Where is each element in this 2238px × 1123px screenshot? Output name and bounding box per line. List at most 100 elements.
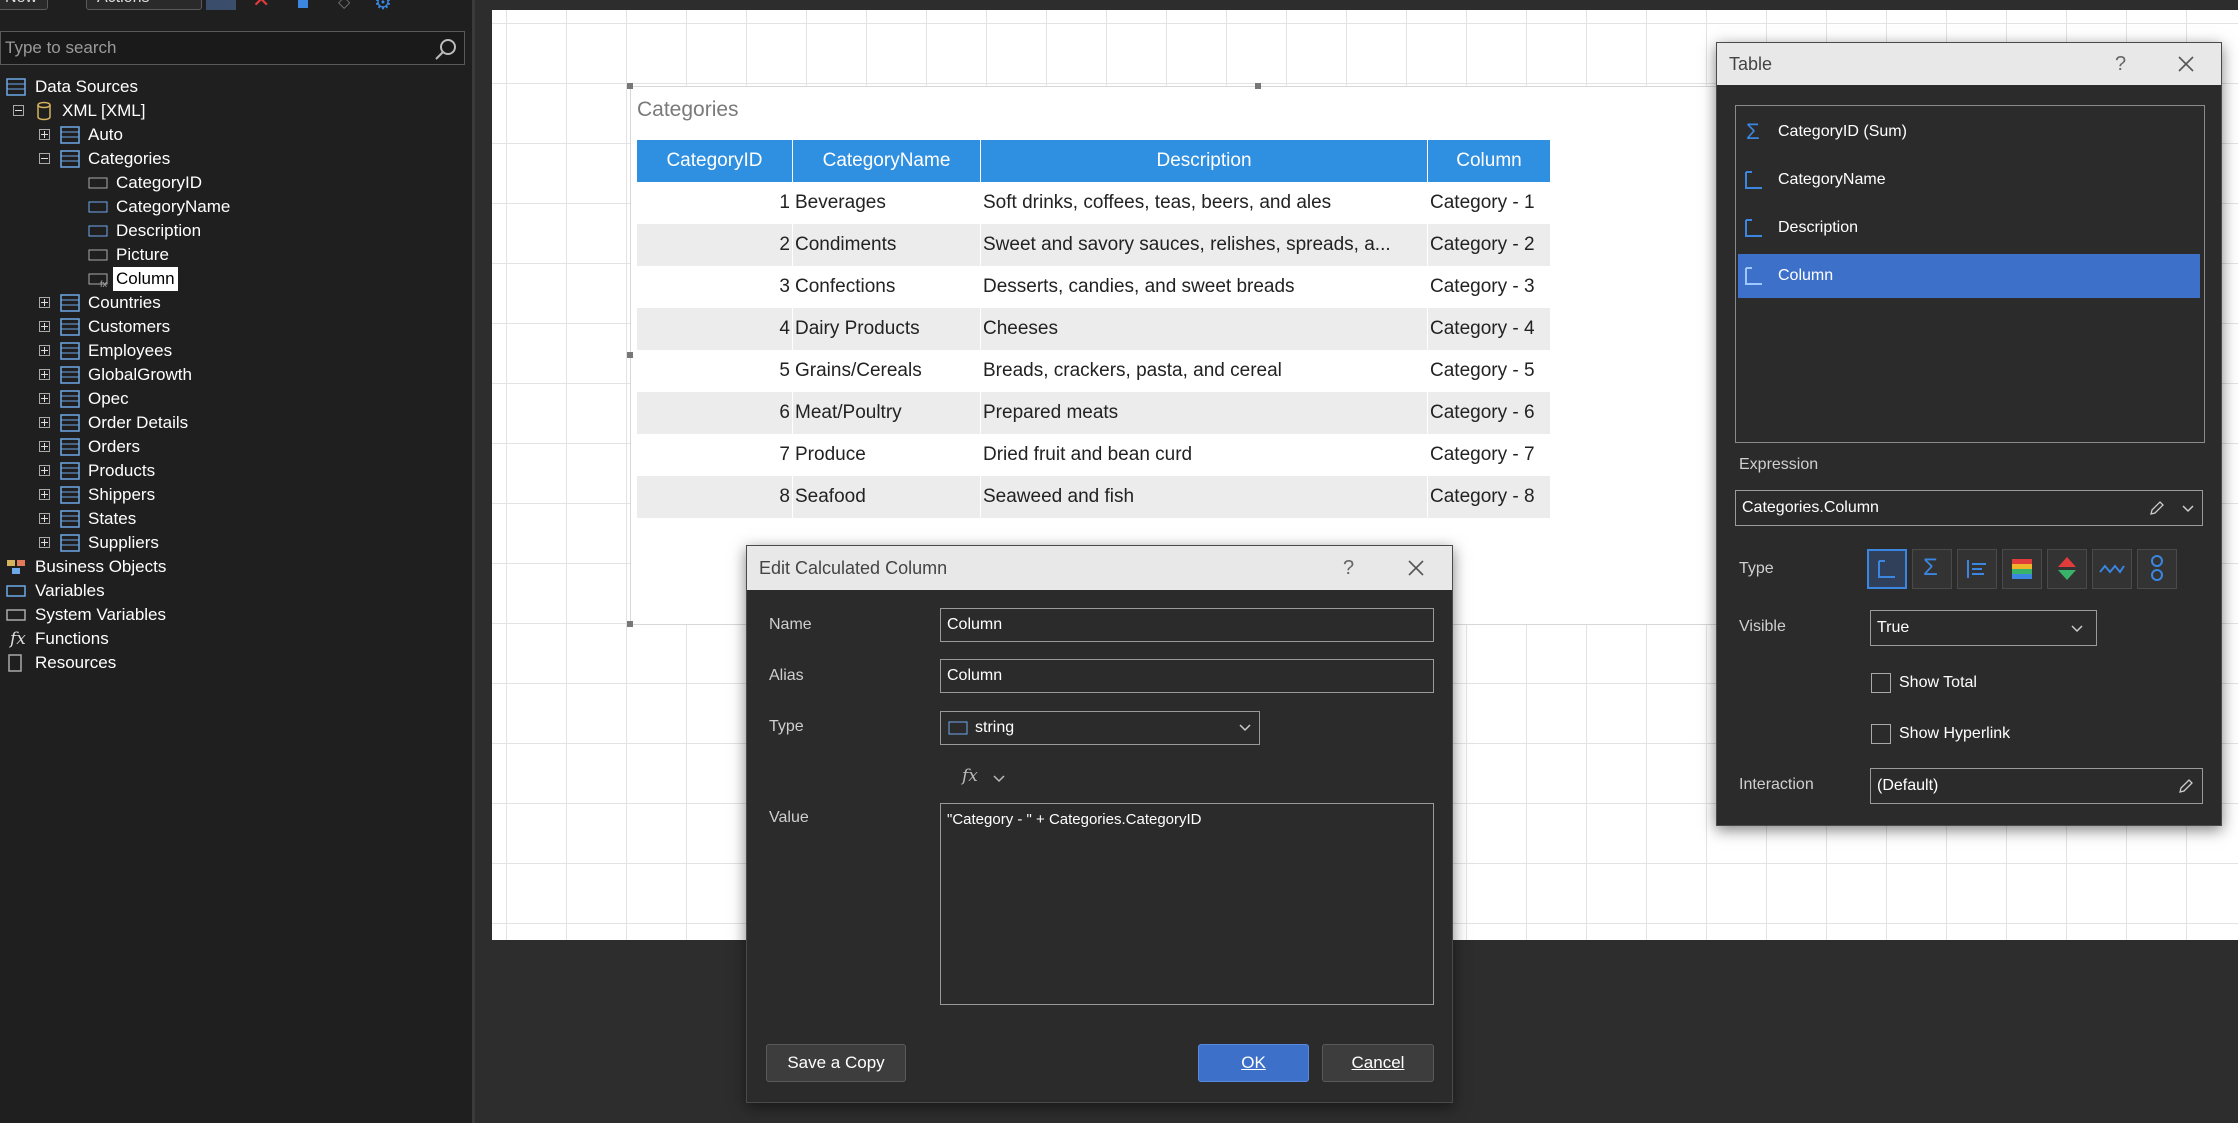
type-color-scale-button[interactable] xyxy=(2002,549,2042,589)
table-cell[interactable]: Confections xyxy=(792,266,981,308)
close-icon[interactable] xyxy=(1407,559,1425,577)
table-cell[interactable]: Seaweed and fish xyxy=(980,476,1428,518)
alias-field[interactable]: Column xyxy=(940,659,1434,693)
table-cell[interactable]: 4 xyxy=(637,308,793,350)
expression-field[interactable]: Categories.Column xyxy=(1735,490,2203,526)
table-cell[interactable]: Condiments xyxy=(792,224,981,266)
expand-icon[interactable] xyxy=(39,417,50,428)
expand-icon[interactable] xyxy=(39,345,50,356)
collapse-icon[interactable] xyxy=(39,153,50,164)
collapse-icon[interactable] xyxy=(13,105,24,116)
chevron-down-icon[interactable] xyxy=(2182,505,2194,513)
expand-icon[interactable] xyxy=(39,297,50,308)
type-data-column-button[interactable] xyxy=(1867,549,1907,589)
pencil-icon[interactable] xyxy=(2177,777,2195,795)
report-title[interactable]: Categories xyxy=(637,98,739,122)
type-bubble-button[interactable] xyxy=(2137,549,2177,589)
table-cell[interactable]: Dairy Products xyxy=(792,308,981,350)
new-button[interactable]: New xyxy=(0,0,49,10)
table-row[interactable]: 5 Grains/Cereals Breads, crackers, pasta, … xyxy=(637,350,1551,392)
table-cell[interactable]: Breads, crackers, pasta, and cereal xyxy=(980,350,1428,392)
expand-icon[interactable] xyxy=(39,465,50,476)
table-cell[interactable]: Category - 3 xyxy=(1427,266,1551,308)
table-cell[interactable]: Category - 7 xyxy=(1427,434,1551,476)
type-group-button[interactable] xyxy=(1957,549,1997,589)
table-cell[interactable]: Soft drinks, coffees, teas, beers, and a… xyxy=(980,182,1428,224)
value-editor[interactable]: "Category - " + Categories.CategoryID xyxy=(940,803,1434,1005)
expand-icon[interactable] xyxy=(39,537,50,548)
table-cell[interactable]: Category - 2 xyxy=(1427,224,1551,266)
column-item-description[interactable]: Description xyxy=(1738,206,2200,250)
type-dropdown[interactable]: string xyxy=(940,711,1260,745)
column-header[interactable]: CategoryName xyxy=(792,140,981,182)
show-total-checkbox[interactable] xyxy=(1871,673,1891,693)
expand-icon[interactable] xyxy=(39,321,50,332)
table-cell[interactable]: Category - 5 xyxy=(1427,350,1551,392)
pencil-icon[interactable] xyxy=(2148,499,2166,517)
edit-icon[interactable] xyxy=(206,0,236,10)
table-cell[interactable]: Category - 4 xyxy=(1427,308,1551,350)
type-sparkline-button[interactable] xyxy=(2092,549,2132,589)
table-cell[interactable]: 3 xyxy=(637,266,793,308)
interaction-field[interactable]: (Default) xyxy=(1870,768,2203,804)
table-cell[interactable]: Sweet and savory sauces, relishes, sprea… xyxy=(980,224,1428,266)
table-row[interactable]: 3 Confections Desserts, candies, and sweet… xyxy=(637,266,1551,308)
tag-icon[interactable]: ◇ xyxy=(338,0,350,12)
resize-handle[interactable] xyxy=(627,83,633,89)
table-cell[interactable]: 5 xyxy=(637,350,793,392)
type-indicator-button[interactable] xyxy=(2047,549,2087,589)
search-icon[interactable] xyxy=(434,37,458,61)
table-cell[interactable]: 1 xyxy=(637,182,793,224)
actions-button[interactable]: Actions xyxy=(86,0,202,10)
table-cell[interactable]: 6 xyxy=(637,392,793,434)
delete-icon[interactable]: ✕ xyxy=(252,0,270,11)
table-cell[interactable]: 8 xyxy=(637,476,793,518)
table-cell[interactable]: Grains/Cereals xyxy=(792,350,981,392)
table-cell[interactable]: Seafood xyxy=(792,476,981,518)
panel-splitter[interactable] xyxy=(472,0,475,1123)
ok-button[interactable]: OK xyxy=(1198,1044,1309,1082)
copy-icon[interactable] xyxy=(298,0,308,8)
table-cell[interactable]: Desserts, candies, and sweet breads xyxy=(980,266,1428,308)
expand-icon[interactable] xyxy=(39,489,50,500)
search-input[interactable] xyxy=(1,32,429,64)
expand-icon[interactable] xyxy=(39,393,50,404)
table-cell[interactable]: 7 xyxy=(637,434,793,476)
table-cell[interactable]: Category - 1 xyxy=(1427,182,1551,224)
table-cell[interactable]: Beverages xyxy=(792,182,981,224)
report-table[interactable]: CategoryID CategoryName Description Colu… xyxy=(637,140,1551,518)
table-row[interactable]: 7 Produce Dried fruit and bean curd Categor… xyxy=(637,434,1551,476)
help-icon[interactable]: ? xyxy=(2115,43,2126,85)
chevron-down-icon[interactable] xyxy=(993,775,1005,783)
function-icon[interactable]: fx xyxy=(962,766,978,786)
cancel-button[interactable]: Cancel xyxy=(1322,1044,1434,1082)
table-cell[interactable]: Prepared meats xyxy=(980,392,1428,434)
column-item-categoryid[interactable]: Σ CategoryID (Sum) xyxy=(1738,110,2200,154)
resize-handle[interactable] xyxy=(1255,83,1261,89)
resize-handle[interactable] xyxy=(627,352,633,358)
table-cell[interactable]: Cheeses xyxy=(980,308,1428,350)
table-cell[interactable]: Produce xyxy=(792,434,981,476)
table-row[interactable]: 8 Seafood Seaweed and fish Category - 8 xyxy=(637,476,1551,518)
resize-handle[interactable] xyxy=(627,621,633,627)
show-hyperlink-checkbox[interactable] xyxy=(1871,724,1891,744)
close-icon[interactable] xyxy=(2177,55,2195,73)
type-total-button[interactable]: Σ xyxy=(1912,549,1952,589)
table-cell[interactable]: 2 xyxy=(637,224,793,266)
column-header[interactable]: Description xyxy=(980,140,1428,182)
expand-icon[interactable] xyxy=(39,129,50,140)
name-field[interactable]: Column xyxy=(940,608,1434,642)
column-item-column[interactable]: Column xyxy=(1738,254,2200,298)
settings-icon[interactable]: ⚙ xyxy=(374,0,392,15)
column-item-categoryname[interactable]: CategoryName xyxy=(1738,158,2200,202)
expand-icon[interactable] xyxy=(39,441,50,452)
column-header[interactable]: Column xyxy=(1427,140,1551,182)
search-box[interactable] xyxy=(0,31,465,65)
expand-icon[interactable] xyxy=(39,369,50,380)
expand-icon[interactable] xyxy=(39,513,50,524)
table-row[interactable]: 2 Condiments Sweet and savory sauces, reli… xyxy=(637,224,1551,266)
visible-dropdown[interactable]: True xyxy=(1870,610,2097,646)
table-cell[interactable]: Category - 6 xyxy=(1427,392,1551,434)
table-row[interactable]: 4 Dairy Products Cheeses Category - 4 xyxy=(637,308,1551,350)
help-icon[interactable]: ? xyxy=(1343,546,1354,590)
